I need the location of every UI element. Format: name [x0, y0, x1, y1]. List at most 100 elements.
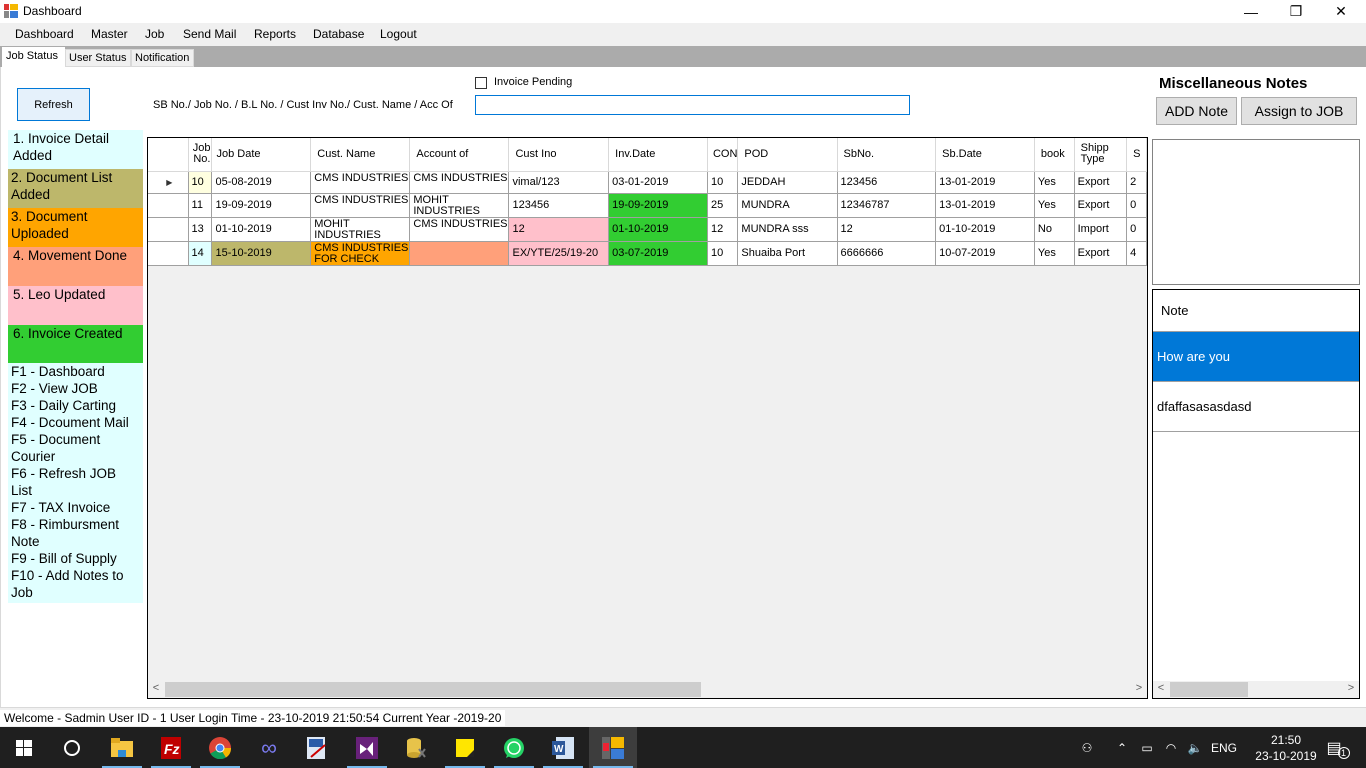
search-button[interactable]	[48, 727, 96, 768]
col-header-s[interactable]: S	[1126, 138, 1147, 172]
table-row[interactable]: 14 15-10-2019 CMS INDUSTRIES FOR CHECK EX/Y…	[148, 241, 1147, 266]
cell-account-of[interactable]	[409, 241, 510, 266]
table-row[interactable]: 13 01-10-2019 MOHIT INDUSTRIES CMS INDUSTRI…	[148, 217, 1147, 242]
taskbar-file-explorer[interactable]	[98, 727, 146, 768]
volume-button[interactable]: 🔈	[1184, 727, 1206, 768]
cell-sbno[interactable]: 123456	[837, 171, 937, 194]
invoice-pending-label[interactable]: Invoice Pending	[494, 76, 572, 88]
cell-con[interactable]: 25	[707, 193, 739, 218]
row-header[interactable]	[148, 217, 189, 242]
cell-cust-ino[interactable]: 12	[508, 217, 610, 242]
cell-shipp-type[interactable]: Export	[1074, 193, 1128, 218]
col-header-inv-date[interactable]: Inv.Date	[608, 138, 708, 172]
battery-button[interactable]: ▭	[1136, 727, 1158, 768]
col-header-cust-name[interactable]: Cust. Name	[310, 138, 411, 172]
network-button[interactable]: ◠	[1160, 727, 1182, 768]
col-header-pod[interactable]: POD	[737, 138, 838, 172]
menu-send-mail[interactable]: Send Mail	[183, 27, 236, 41]
cell-sb-date[interactable]: 13-01-2019	[935, 193, 1035, 218]
note-item[interactable]: dfaffasasasdasd	[1153, 382, 1359, 432]
notes-scroll-thumb[interactable]	[1170, 682, 1248, 697]
close-button[interactable]: ✕	[1318, 0, 1364, 23]
invoice-pending-checkbox[interactable]	[475, 77, 487, 89]
taskbar-database-tool[interactable]	[392, 727, 440, 768]
row-header[interactable]	[148, 193, 189, 218]
taskbar-dashboard-app[interactable]	[589, 727, 637, 768]
col-header-job-date[interactable]: Job Date	[211, 138, 312, 172]
taskbar-visual-studio[interactable]	[343, 727, 391, 768]
cell-sb-date[interactable]: 01-10-2019	[935, 217, 1035, 242]
col-header-sbno[interactable]: SbNo.	[837, 138, 937, 172]
col-header-con[interactable]: CON	[707, 138, 739, 172]
cell-cust-name[interactable]: CMS INDUSTRIES	[310, 193, 411, 218]
note-text-area[interactable]	[1152, 139, 1360, 285]
cell-shipp-type[interactable]: Export	[1074, 241, 1128, 266]
cell-job-no[interactable]: 14	[188, 241, 213, 266]
row-header[interactable]	[148, 241, 189, 266]
cell-cust-ino[interactable]: vimal/123	[508, 171, 610, 194]
cell-pod[interactable]: Shuaiba Port	[737, 241, 838, 266]
clock-button[interactable]: 21:50 23-10-2019	[1248, 727, 1324, 768]
cell-con[interactable]: 10	[707, 171, 739, 194]
cell-cust-ino[interactable]: EX/YTE/25/19-20	[508, 241, 610, 266]
taskbar-sticky-notes[interactable]	[441, 727, 489, 768]
cell-pod[interactable]: MUNDRA sss	[737, 217, 838, 242]
cell-account-of[interactable]: MOHIT INDUSTRIES	[409, 193, 510, 218]
cell-s[interactable]: 0	[1126, 217, 1147, 242]
cell-sbno[interactable]: 12	[837, 217, 937, 242]
menu-reports[interactable]: Reports	[254, 27, 296, 41]
assign-to-job-button[interactable]: Assign to JOB	[1241, 97, 1357, 125]
menu-master[interactable]: Master	[91, 27, 128, 41]
cell-job-date[interactable]: 05-08-2019	[211, 171, 312, 194]
cell-pod[interactable]: MUNDRA	[737, 193, 838, 218]
menu-logout[interactable]: Logout	[380, 27, 417, 41]
taskbar-filezilla[interactable]: Fz	[147, 727, 195, 768]
cell-cust-name[interactable]: CMS INDUSTRIES FOR CHECK	[310, 241, 411, 266]
cell-inv-date[interactable]: 03-07-2019	[608, 241, 708, 266]
taskbar-whatsapp[interactable]	[490, 727, 538, 768]
input-language-button[interactable]: ENG	[1208, 727, 1240, 768]
cell-inv-date[interactable]: 19-09-2019	[608, 193, 708, 218]
tab-user-status[interactable]: User Status	[65, 49, 131, 67]
scroll-left-icon[interactable]: <	[148, 682, 164, 694]
cell-job-no[interactable]: 10	[188, 171, 213, 194]
cell-job-date[interactable]: 15-10-2019	[211, 241, 312, 266]
cell-sbno[interactable]: 6666666	[837, 241, 937, 266]
scroll-right-icon[interactable]: >	[1131, 682, 1147, 694]
taskbar-chrome[interactable]	[196, 727, 244, 768]
menu-database[interactable]: Database	[313, 27, 364, 41]
cell-con[interactable]: 10	[707, 241, 739, 266]
table-row[interactable]: ▶ 10 05-08-2019 CMS INDUSTRIES CMS INDUSTRIE…	[148, 171, 1147, 194]
table-row[interactable]: 11 19-09-2019 CMS INDUSTRIES MOHIT INDUSTRI…	[148, 193, 1147, 218]
col-header-book[interactable]: book	[1034, 138, 1075, 172]
tab-notification[interactable]: Notification	[131, 49, 194, 67]
cell-shipp-type[interactable]: Import	[1074, 217, 1128, 242]
current-row-indicator-icon[interactable]: ▶	[148, 171, 189, 194]
cell-book[interactable]: No	[1034, 217, 1075, 242]
search-input[interactable]	[475, 95, 910, 115]
notes-horizontal-scrollbar[interactable]: < >	[1153, 681, 1359, 698]
col-header-account-of[interactable]: Account of	[409, 138, 510, 172]
add-note-button[interactable]: ADD Note	[1156, 97, 1237, 125]
notes-list-header[interactable]: Note	[1153, 290, 1359, 332]
col-header-shipp-type[interactable]: Shipp Type	[1074, 138, 1128, 172]
cell-shipp-type[interactable]: Export	[1074, 171, 1128, 194]
col-header-cust-ino[interactable]: Cust Ino	[508, 138, 610, 172]
menu-dashboard[interactable]: Dashboard	[15, 27, 74, 41]
scroll-right-icon[interactable]: >	[1343, 682, 1359, 694]
cell-account-of[interactable]: CMS INDUSTRIES	[409, 171, 510, 194]
cell-inv-date[interactable]: 03-01-2019	[608, 171, 708, 194]
taskbar-infinity-app[interactable]: ∞	[245, 727, 293, 768]
menu-job[interactable]: Job	[145, 27, 164, 41]
restore-button[interactable]: ❐	[1273, 0, 1319, 23]
cell-inv-date[interactable]: 01-10-2019	[608, 217, 708, 242]
taskbar-word[interactable]: W	[539, 727, 587, 768]
cell-cust-name[interactable]: CMS INDUSTRIES	[310, 171, 411, 194]
cell-sb-date[interactable]: 13-01-2019	[935, 171, 1035, 194]
cell-book[interactable]: Yes	[1034, 171, 1075, 194]
tab-job-status[interactable]: Job Status	[2, 47, 65, 67]
cell-s[interactable]: 0	[1126, 193, 1147, 218]
cell-s[interactable]: 2	[1126, 171, 1147, 194]
cell-job-no[interactable]: 13	[188, 217, 213, 242]
cell-cust-ino[interactable]: 123456	[508, 193, 610, 218]
